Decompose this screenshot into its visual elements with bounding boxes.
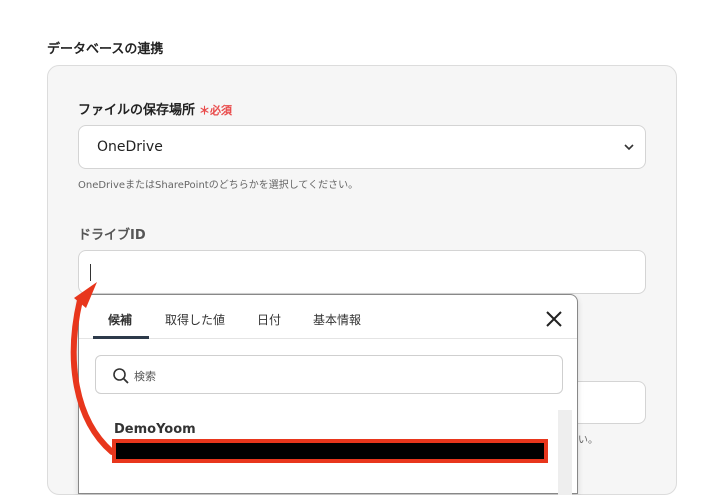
- storage-select-value: OneDrive: [97, 139, 163, 155]
- storage-label-text: ファイルの保存場所: [78, 103, 196, 118]
- text-caret: [90, 264, 91, 281]
- drive-id-input[interactable]: [78, 250, 646, 294]
- tab-basic-info[interactable]: 基本情報: [313, 311, 361, 328]
- candidate-popup: 候補 取得した値 日付 基本情報 検索 DemoYoom: [78, 294, 578, 495]
- tab-candidates[interactable]: 候補: [108, 311, 132, 328]
- search-icon: [113, 368, 129, 384]
- storage-field-label: ファイルの保存場所 ＊必須: [78, 99, 232, 118]
- drive-id-label: ドライブID: [78, 228, 146, 243]
- popup-tabs: 候補 取得した値 日付 基本情報: [79, 295, 577, 339]
- storage-select[interactable]: OneDrive: [78, 125, 646, 169]
- tab-date[interactable]: 日付: [257, 311, 281, 328]
- tab-fetched-values[interactable]: 取得した値: [165, 311, 225, 328]
- search-placeholder: 検索: [134, 370, 156, 383]
- partial-help-text: い。: [578, 435, 598, 446]
- required-badge: ＊必須: [199, 104, 233, 117]
- option-title[interactable]: DemoYoom: [114, 422, 196, 437]
- search-box[interactable]: 検索: [95, 355, 563, 394]
- scrollbar[interactable]: [558, 410, 572, 495]
- close-icon[interactable]: [545, 310, 563, 328]
- chevron-down-icon: [624, 144, 634, 151]
- section-title: データベースの連携: [47, 42, 164, 57]
- storage-help-text: OneDriveまたはSharePointのどちらかを選択してください。: [78, 180, 359, 191]
- redacted-value: [112, 439, 548, 463]
- active-tab-underline: [93, 336, 149, 339]
